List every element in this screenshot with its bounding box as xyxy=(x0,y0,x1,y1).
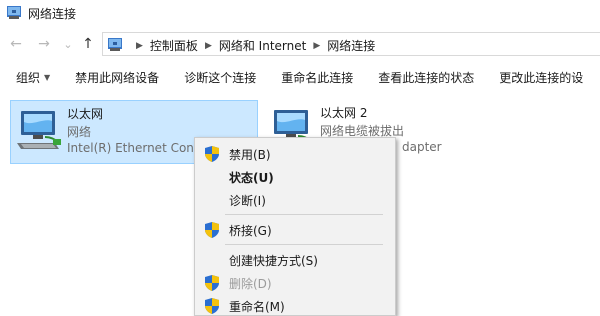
back-arrow-icon[interactable]: ← xyxy=(8,35,24,53)
menu-item-bridge[interactable]: 桥接(G) xyxy=(195,219,395,241)
shield-icon xyxy=(205,298,219,314)
menu-item-label: 诊断(I) xyxy=(229,194,266,208)
breadcrumb: ▶ 控制面板 ▶ 网络和 Internet ▶ 网络连接 xyxy=(129,37,375,54)
shield-icon xyxy=(205,222,219,238)
breadcrumb-network-connections[interactable]: 网络连接 xyxy=(327,37,375,54)
menu-item-diagnose[interactable]: 诊断(I) xyxy=(195,189,395,211)
adapter-name: 以太网 2 xyxy=(320,106,368,120)
disable-device-label: 禁用此网络设备 xyxy=(75,70,160,85)
navigation-bar: ← → ⌄ ↑ ▶ 控制面板 ▶ 网络和 Internet ▶ 网络连接 xyxy=(0,28,600,60)
menu-item-rename[interactable]: 重命名(M) xyxy=(195,295,395,316)
forward-arrow-icon[interactable]: → xyxy=(36,35,52,53)
organize-button[interactable]: 组织 ▼ xyxy=(0,69,61,86)
chevron-right-icon[interactable]: ▶ xyxy=(313,41,320,51)
shield-icon xyxy=(205,146,219,162)
menu-item-label: 创建快捷方式(S) xyxy=(229,254,318,268)
menu-item-label: 禁用(B) xyxy=(229,148,271,162)
diagnose-connection-label: 诊断这个连接 xyxy=(184,70,257,85)
adapter-name: 以太网 xyxy=(67,107,104,121)
change-settings-button[interactable]: 更改此连接的设 xyxy=(485,69,594,86)
breadcrumb-network-internet[interactable]: 网络和 Internet xyxy=(219,37,306,54)
context-menu: 禁用(B) 状态(U) 诊断(I) 桥接(G) 创建快捷方式(S) 删除(D) … xyxy=(194,137,396,316)
recent-locations-chevron-icon[interactable]: ⌄ xyxy=(60,35,76,53)
adapter-status: 网络 xyxy=(67,125,92,139)
diagnose-connection-button[interactable]: 诊断这个连接 xyxy=(170,69,267,86)
menu-item-label: 桥接(G) xyxy=(229,224,272,238)
chevron-down-icon: ▼ xyxy=(44,72,51,82)
menu-item-delete: 删除(D) xyxy=(195,272,395,294)
adapter-device: dapter xyxy=(402,140,442,154)
organize-label: 组织 xyxy=(16,70,41,85)
window-title: 网络连接 xyxy=(28,7,77,21)
title-bar: 网络连接 xyxy=(0,0,600,28)
chevron-right-icon[interactable]: ▶ xyxy=(205,41,212,51)
view-status-button[interactable]: 查看此连接的状态 xyxy=(364,69,485,86)
menu-separator xyxy=(225,214,383,215)
menu-separator xyxy=(225,244,383,245)
chevron-right-icon[interactable]: ▶ xyxy=(136,41,143,51)
menu-item-label: 状态(U) xyxy=(229,171,274,185)
up-arrow-icon[interactable]: ↑ xyxy=(80,35,96,53)
menu-item-label: 重命名(M) xyxy=(229,300,285,314)
menu-item-status[interactable]: 状态(U) xyxy=(195,166,395,188)
shield-icon xyxy=(205,275,219,291)
menu-item-disable[interactable]: 禁用(B) xyxy=(195,143,395,165)
change-settings-label: 更改此连接的设 xyxy=(499,70,584,85)
disable-device-button[interactable]: 禁用此网络设备 xyxy=(61,69,170,86)
menu-item-create-shortcut[interactable]: 创建快捷方式(S) xyxy=(195,249,395,271)
rename-connection-label: 重命名此连接 xyxy=(281,70,354,85)
network-connections-icon xyxy=(6,4,22,20)
network-adapter-icon xyxy=(15,107,63,151)
rename-connection-button[interactable]: 重命名此连接 xyxy=(267,69,364,86)
menu-item-label: 删除(D) xyxy=(229,277,272,291)
view-status-label: 查看此连接的状态 xyxy=(378,70,475,85)
breadcrumb-control-panel[interactable]: 控制面板 xyxy=(150,37,198,54)
address-bar[interactable]: ▶ 控制面板 ▶ 网络和 Internet ▶ 网络连接 xyxy=(102,32,600,56)
network-connections-icon xyxy=(107,36,123,52)
command-bar: 组织 ▼ 禁用此网络设备 诊断这个连接 重命名此连接 查看此连接的状态 更改此连… xyxy=(0,60,600,94)
